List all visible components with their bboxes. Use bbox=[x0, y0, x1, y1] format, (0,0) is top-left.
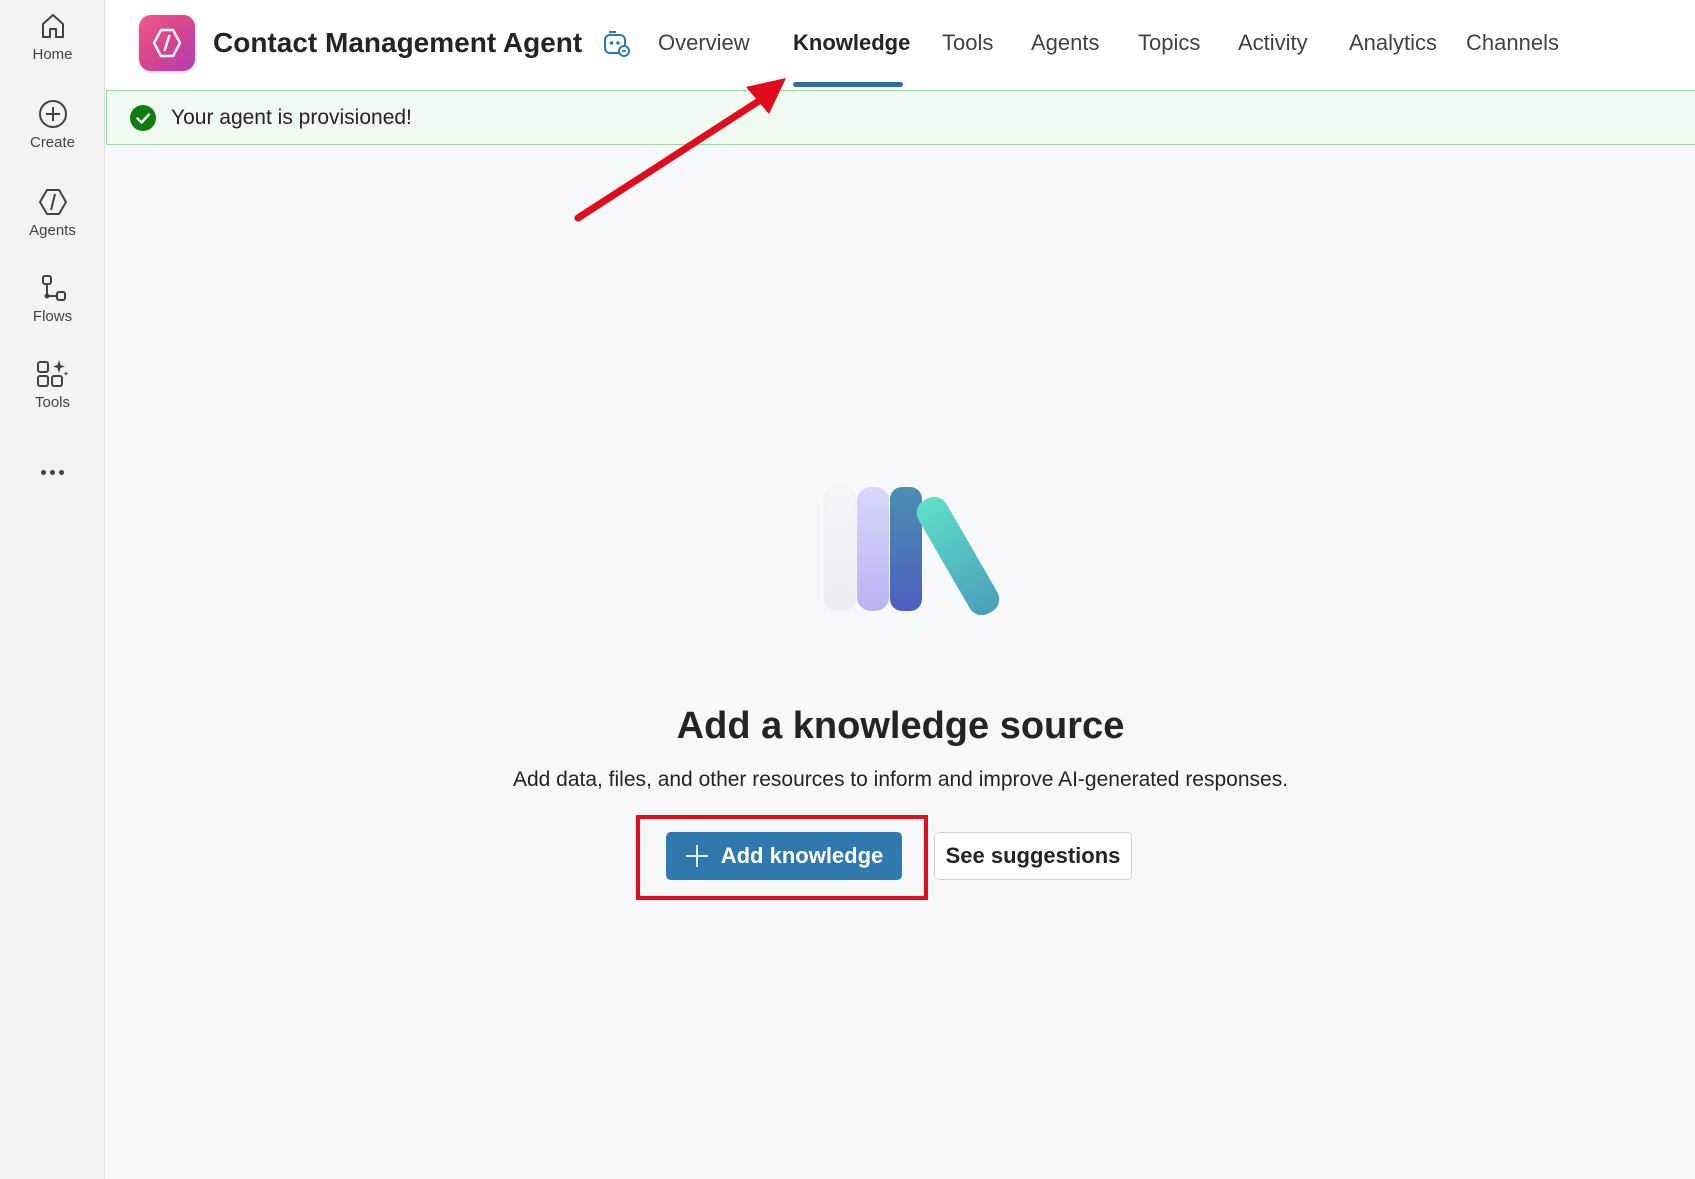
more-horizontal-icon[interactable] bbox=[0, 462, 105, 480]
home-icon bbox=[41, 14, 64, 38]
flows-icon bbox=[41, 275, 66, 301]
active-tab-indicator bbox=[793, 82, 903, 87]
tab-knowledge[interactable]: Knowledge bbox=[793, 30, 910, 56]
rail-item-create[interactable]: Create bbox=[0, 98, 105, 151]
plus-circle-icon bbox=[38, 100, 67, 128]
rail-item-flows[interactable]: Flows bbox=[0, 272, 105, 325]
rail-item-home[interactable]: Home bbox=[0, 10, 105, 63]
rail-item-agents[interactable]: Agents bbox=[0, 186, 105, 239]
rail-label: Home bbox=[32, 46, 73, 63]
agent-settings-icon[interactable] bbox=[602, 27, 632, 59]
tab-activity[interactable]: Activity bbox=[1238, 30, 1308, 56]
knowledge-books-illustration bbox=[823, 486, 1000, 616]
app-logo bbox=[139, 15, 195, 71]
empty-state-description: Add data, files, and other resources to … bbox=[512, 768, 1289, 791]
tab-channels[interactable]: Channels bbox=[1466, 30, 1559, 56]
tab-overview[interactable]: Overview bbox=[658, 30, 750, 56]
see-suggestions-button[interactable]: See suggestions bbox=[934, 832, 1132, 880]
rail-item-tools[interactable]: Tools bbox=[0, 358, 105, 411]
tab-agents[interactable]: Agents bbox=[1031, 30, 1100, 56]
tools-icon bbox=[36, 360, 68, 387]
rail-label: Create bbox=[29, 134, 76, 151]
knowledge-empty-state: Add a knowledge source Add data, files, … bbox=[106, 145, 1695, 1179]
tab-tools[interactable]: Tools bbox=[942, 30, 993, 56]
page-title: Contact Management Agent bbox=[213, 27, 583, 58]
provisioned-banner: Your agent is provisioned! bbox=[106, 90, 1695, 145]
rail-label: Agents bbox=[29, 222, 76, 239]
checkmark-circle-icon bbox=[130, 105, 156, 131]
tab-analytics[interactable]: Analytics bbox=[1349, 30, 1437, 56]
app-header: Contact Management Agent Overview Knowle… bbox=[106, 0, 1695, 90]
rail-label: Tools bbox=[34, 394, 71, 411]
agent-logo-icon bbox=[152, 28, 182, 58]
annotation-highlight-box bbox=[636, 815, 928, 900]
empty-state-heading: Add a knowledge source bbox=[676, 705, 1125, 747]
left-rail: Home Create Agents Flows Tools bbox=[0, 0, 105, 1179]
rail-label: Flows bbox=[32, 308, 73, 325]
tab-topics[interactable]: Topics bbox=[1138, 30, 1200, 56]
agents-icon bbox=[38, 189, 67, 215]
banner-message: Your agent is provisioned! bbox=[171, 106, 412, 129]
